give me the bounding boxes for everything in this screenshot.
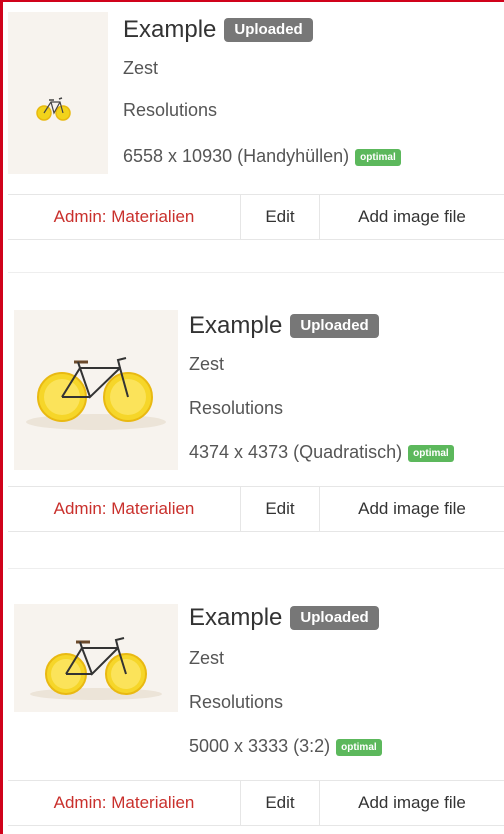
item-subtitle: Zest [189, 648, 225, 668]
item-title: Example [123, 16, 217, 43]
image-card: Example Uploaded Zest Resolutions 6558 x… [8, 0, 504, 244]
resolution-value: 6558 x 10930 (Handyhüllen) [123, 146, 350, 166]
action-button-group: Admin: Materialien Edit Add image file [8, 486, 504, 532]
edit-button[interactable]: Edit [241, 781, 320, 825]
status-badge: Uploaded [290, 606, 379, 630]
item-divider [8, 272, 504, 273]
resolution-value: 5000 x 3333 (3:2) [189, 736, 331, 756]
item-subtitle: Zest [189, 354, 225, 374]
add-image-file-button[interactable]: Add image file [320, 781, 504, 825]
item-subtitle: Zest [123, 58, 159, 78]
add-image-file-button[interactable]: Add image file [320, 487, 504, 531]
add-image-file-button[interactable]: Add image file [320, 195, 504, 239]
status-badge: Uploaded [290, 314, 379, 338]
edit-button[interactable]: Edit [241, 195, 320, 239]
thumbnail-image[interactable] [8, 12, 108, 174]
admin-materialien-button[interactable]: Admin: Materialien [8, 781, 241, 825]
admin-materialien-button[interactable]: Admin: Materialien [8, 487, 241, 531]
status-badge: Uploaded [224, 18, 313, 42]
resolutions-label: Resolutions [123, 100, 218, 120]
admin-materialien-button[interactable]: Admin: Materialien [8, 195, 241, 239]
action-button-group: Admin: Materialien Edit Add image file [8, 194, 504, 240]
resolutions-label: Resolutions [189, 692, 284, 712]
bicycle-icon [36, 97, 71, 121]
resolutions-label: Resolutions [189, 398, 284, 418]
action-button-group: Admin: Materialien Edit Add image file [8, 780, 504, 826]
bicycle-icon [30, 637, 162, 700]
item-title: Example [189, 312, 283, 339]
resolution-value: 4374 x 4373 (Quadratisch) [189, 442, 403, 462]
thumbnail-image[interactable] [14, 604, 178, 712]
bicycle-icon [26, 357, 166, 430]
edit-button[interactable]: Edit [241, 487, 320, 531]
image-card: Example Uploaded Zest Resolutions 5000 x… [8, 590, 504, 834]
quality-badge: optimal [336, 739, 382, 756]
thumbnail-image[interactable] [14, 310, 178, 470]
image-card: Example Uploaded Zest Resolutions 4374 x… [8, 300, 504, 544]
quality-badge: optimal [355, 149, 401, 166]
item-title: Example [189, 604, 283, 631]
item-divider [8, 568, 504, 569]
quality-badge: optimal [408, 445, 454, 462]
